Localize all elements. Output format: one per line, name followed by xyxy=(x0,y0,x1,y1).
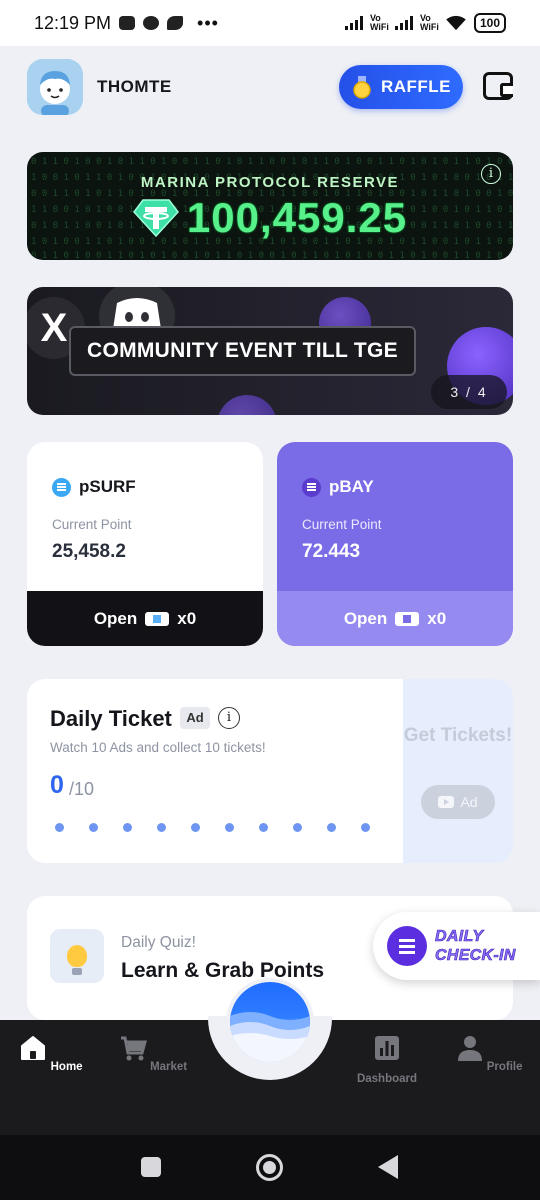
daily-checkin-button[interactable]: DAILY CHECK-IN xyxy=(373,912,540,980)
nav-market-label: Market xyxy=(150,1061,188,1073)
nav-market[interactable]: Market xyxy=(113,1034,193,1073)
ad-badge: Ad xyxy=(180,707,210,729)
video-icon xyxy=(438,796,455,808)
app-header: THOMTE RAFFLE xyxy=(27,58,515,116)
recent-apps-icon[interactable] xyxy=(141,1157,161,1177)
back-triangle-icon[interactable] xyxy=(378,1155,398,1179)
nav-home-label: Home xyxy=(50,1061,83,1073)
ticket-progress-dot xyxy=(327,823,336,832)
ticket-progress-dot xyxy=(191,823,200,832)
ticket-progress-dot xyxy=(55,823,64,832)
ticket-progress-dot xyxy=(89,823,98,832)
nav-profile-label: Profile xyxy=(486,1061,523,1073)
info-icon[interactable]: i xyxy=(481,164,501,184)
battery-icon: 100 xyxy=(473,13,506,33)
person-icon xyxy=(457,1036,482,1061)
wallet-icon[interactable] xyxy=(483,72,513,100)
chat-notification-icon xyxy=(119,16,136,30)
daily-ticket-description: Watch 10 Ads and collect 10 tickets! xyxy=(50,740,266,755)
system-navigation-bar xyxy=(0,1135,540,1200)
vowifi-label-2: Vo WiFi xyxy=(419,13,439,32)
psurf-card[interactable]: pSURF Current Point 25,458.2 Open x0 xyxy=(27,442,263,646)
psurf-open-button[interactable]: Open x0 xyxy=(27,591,263,646)
checkin-token-icon xyxy=(387,926,427,966)
raffle-button[interactable]: RAFFLE xyxy=(339,65,463,109)
watch-ad-button[interactable]: Ad xyxy=(421,785,495,819)
watch-ad-label: Ad xyxy=(460,794,478,810)
more-notifications-icon: ••• xyxy=(197,12,219,33)
coin-decoration xyxy=(217,395,277,415)
info-icon[interactable]: i xyxy=(218,707,240,729)
pbay-token-name: pBAY xyxy=(329,477,374,496)
psurf-open-count: x0 xyxy=(177,608,197,628)
pbay-current-point-label: Current Point xyxy=(302,517,382,532)
ticket-progress-dot xyxy=(293,823,302,832)
ticket-count: 0 xyxy=(50,771,64,799)
get-tickets-panel: Get Tickets! Ad xyxy=(403,679,513,863)
svg-text:0 1 1 0 1 0 0 1 1 0 1 0 1 0 0: 0 1 1 0 1 0 0 1 1 0 1 0 1 0 0 1 0 1 1 0 … xyxy=(31,251,513,260)
avatar[interactable] xyxy=(27,59,83,115)
svg-text:0 1 1 0 1 0 0 1 0 1 1 0 1 0 0: 0 1 1 0 1 0 0 1 0 1 1 0 1 0 0 1 1 0 1 0 … xyxy=(31,157,513,167)
raffle-label: RAFFLE xyxy=(380,77,452,96)
pbay-open-count: x0 xyxy=(427,608,447,628)
ticket-progress-dots xyxy=(55,823,370,832)
psurf-token-icon xyxy=(52,477,71,497)
ticket-progress-dot xyxy=(361,823,370,832)
checkin-line2: CHECK-IN xyxy=(435,947,516,965)
carousel-pager: 3 / 4 xyxy=(431,375,507,409)
nav-dashboard[interactable]: Dashboard xyxy=(347,1034,427,1085)
ticket-progress-dot xyxy=(225,823,234,832)
event-carousel[interactable]: X COMMUNITY EVENT TILL TGE 3 / 4 xyxy=(27,287,513,415)
bottom-navigation: Home Market Dashboard Profile xyxy=(0,978,540,1135)
psurf-open-label: Open xyxy=(93,608,138,628)
checkin-line1: DAILY xyxy=(435,928,484,946)
status-bar: 12:19 PM ••• Vo WiFi Vo WiFi 100 xyxy=(0,0,540,46)
medal-icon xyxy=(353,76,371,99)
home-icon xyxy=(21,1036,46,1060)
avatar-face-icon xyxy=(27,59,83,115)
username: THOMTE xyxy=(97,77,172,96)
app-notification-icon xyxy=(143,16,160,30)
pbay-open-button[interactable]: Open x0 xyxy=(277,591,513,646)
signal-icon-2 xyxy=(394,16,413,30)
nav-profile[interactable]: Profile xyxy=(449,1034,529,1073)
nav-dashboard-label: Dashboard xyxy=(356,1073,418,1085)
bar-chart-icon xyxy=(375,1036,399,1060)
psurf-current-point-label: Current Point xyxy=(52,517,132,532)
ticket-progress-dot xyxy=(157,823,166,832)
event-title: COMMUNITY EVENT TILL TGE xyxy=(69,326,416,376)
daily-quiz-title: Learn & Grab Points xyxy=(121,959,325,982)
pbay-current-point-value: 72.443 xyxy=(302,541,361,562)
ticket-progress-dot xyxy=(259,823,268,832)
wifi-icon xyxy=(446,15,466,31)
ticket-icon xyxy=(395,611,420,626)
ticket-max: /10 xyxy=(69,779,95,799)
pbay-open-label: Open xyxy=(343,608,388,628)
lightbulb-icon xyxy=(50,929,104,983)
daily-quiz-label: Daily Quiz! xyxy=(121,934,196,951)
pbay-card[interactable]: pBAY Current Point 72.443 Open x0 xyxy=(277,442,513,646)
reserve-value: 100,459.25 xyxy=(186,194,408,241)
get-tickets-label: Get Tickets! xyxy=(403,725,513,746)
psurf-current-point-value: 25,458.2 xyxy=(52,541,126,562)
center-wave-button[interactable] xyxy=(230,982,310,1062)
swirl-notification-icon xyxy=(167,16,184,30)
vowifi-label: Vo WiFi xyxy=(369,13,389,32)
pbay-token-icon xyxy=(302,477,321,497)
tether-icon xyxy=(132,199,179,238)
home-circle-icon[interactable] xyxy=(256,1154,283,1181)
nav-home[interactable]: Home xyxy=(11,1034,91,1073)
cart-icon xyxy=(120,1036,147,1061)
daily-ticket-title: Daily Ticket xyxy=(50,706,172,731)
signal-icon xyxy=(344,16,363,30)
ticket-progress-dot xyxy=(123,823,132,832)
status-time: 12:19 PM xyxy=(34,12,112,33)
psurf-token-name: pSURF xyxy=(79,477,136,496)
reserve-label: MARINA PROTOCOL RESERVE xyxy=(140,174,400,191)
reserve-banner[interactable]: 0 1 1 0 1 0 0 1 0 1 1 0 1 0 0 1 1 0 1 0 … xyxy=(27,152,513,260)
ticket-icon xyxy=(145,611,170,626)
wave-icon xyxy=(230,1012,310,1062)
daily-ticket-card: Daily Ticket Ad i Watch 10 Ads and colle… xyxy=(27,679,513,863)
